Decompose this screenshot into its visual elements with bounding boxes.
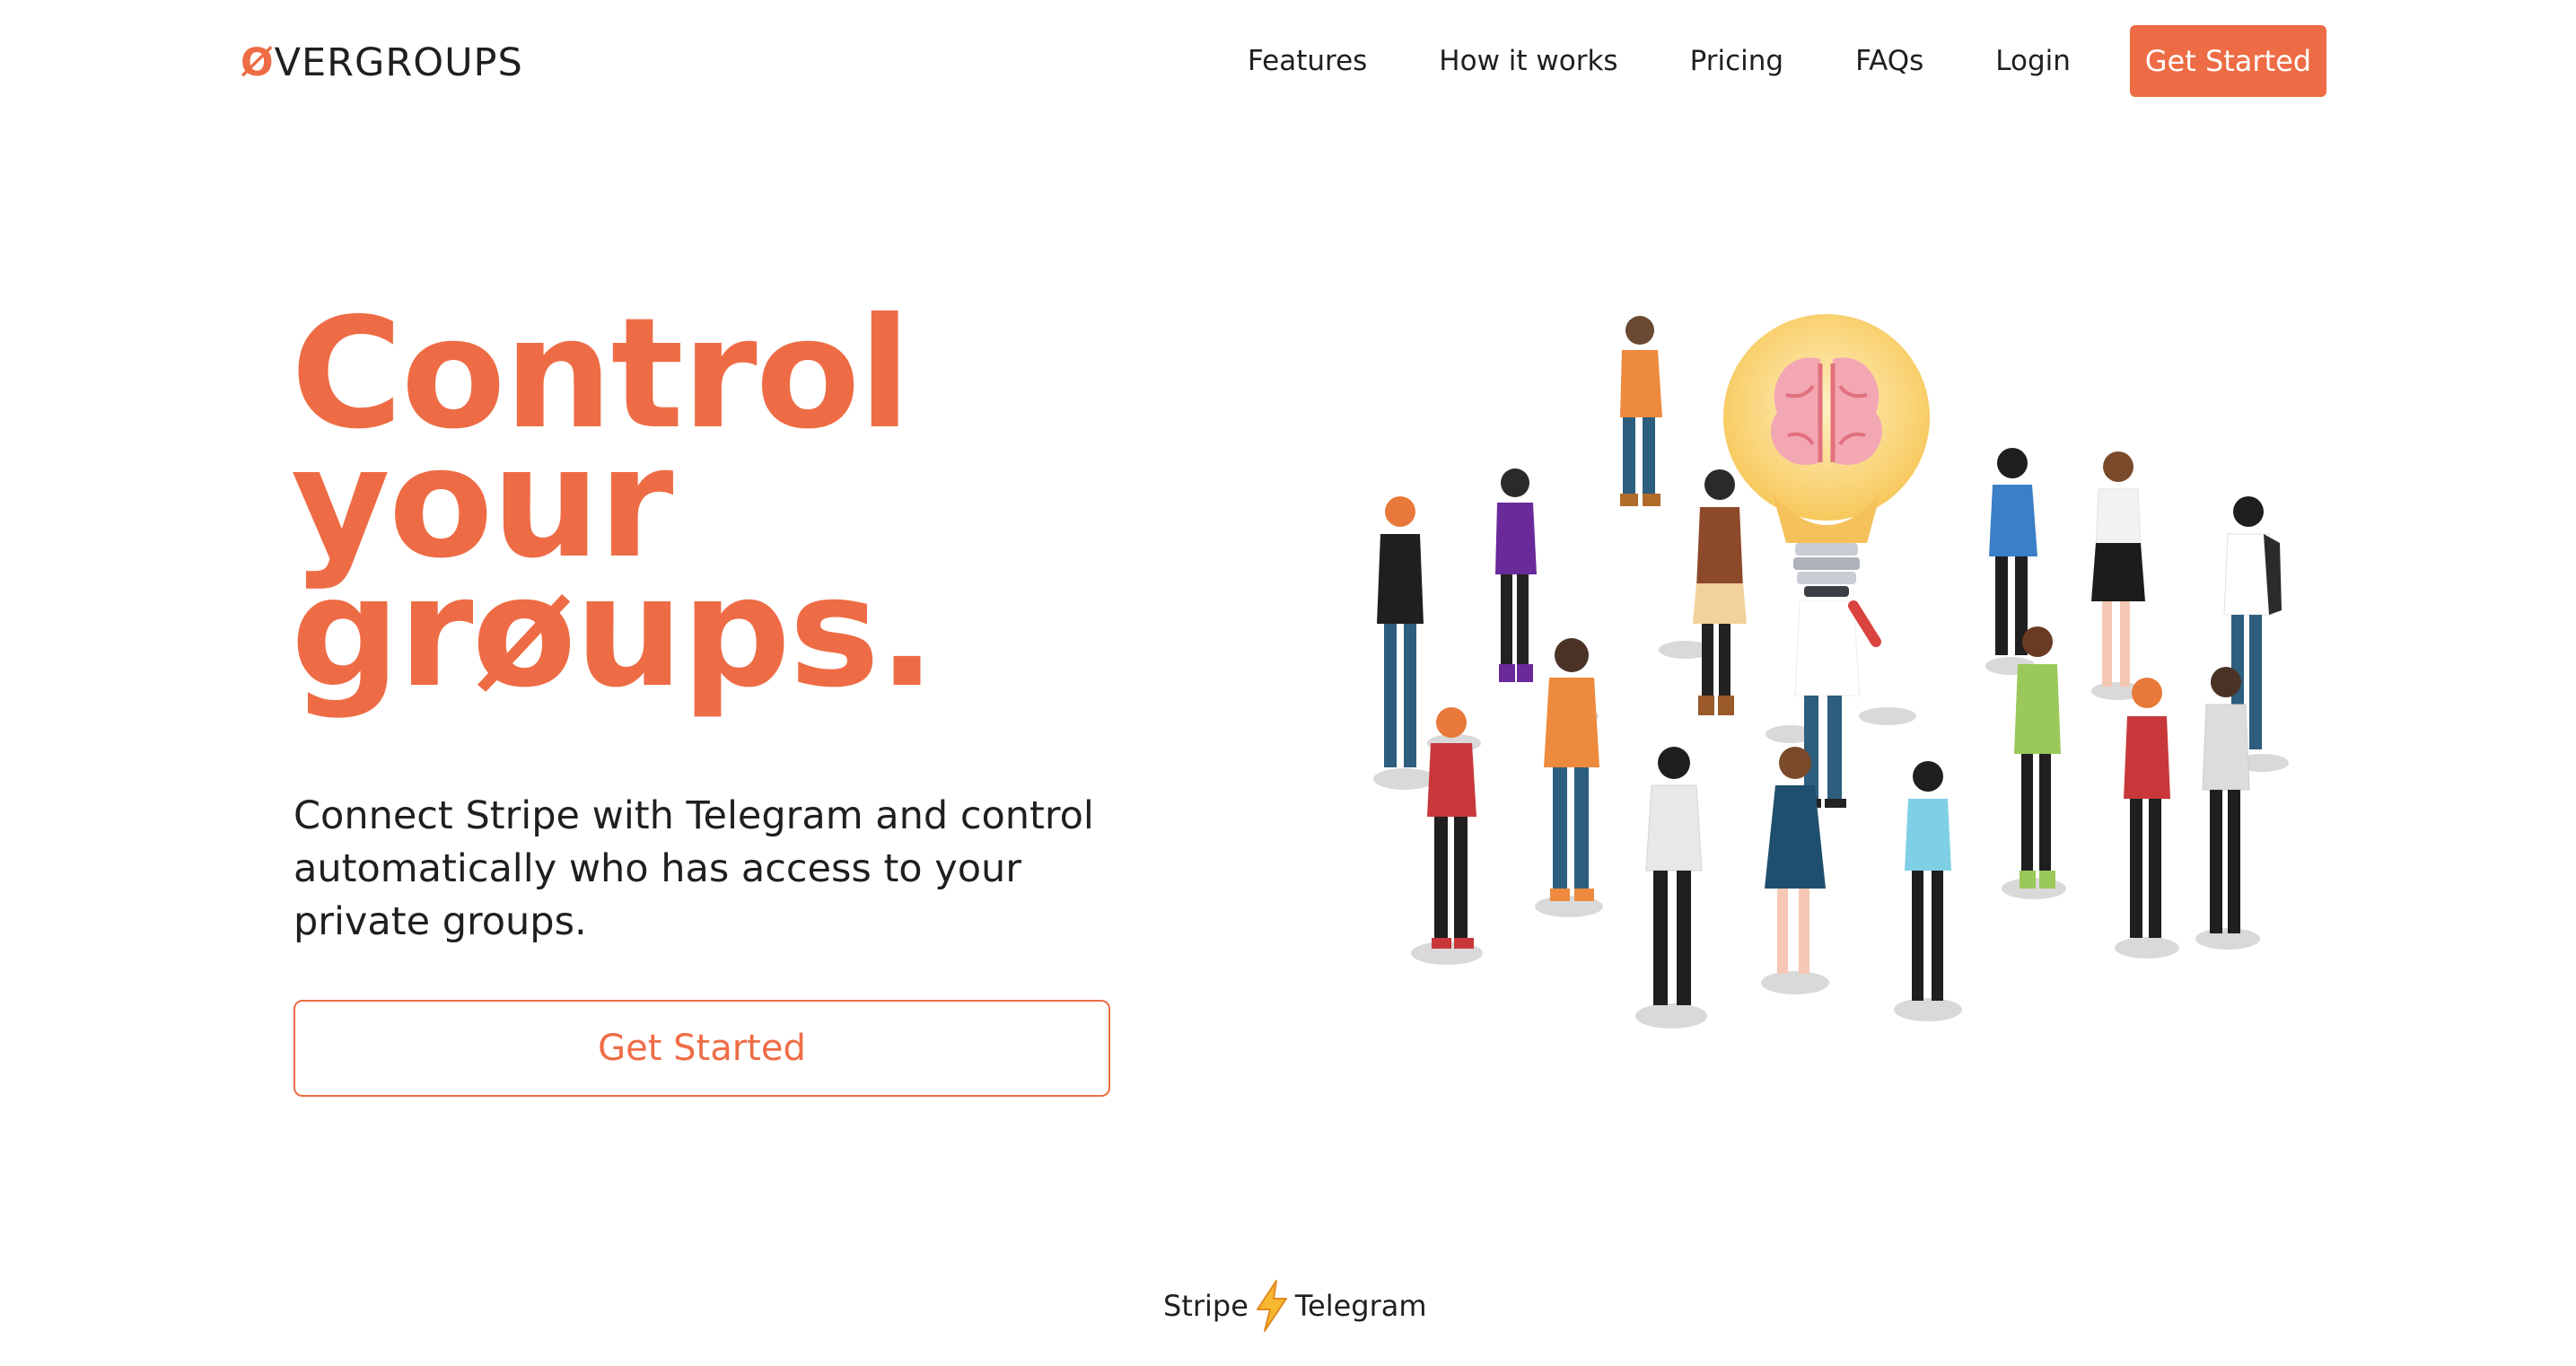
nav-link-features[interactable]: Features [1248,45,1367,77]
hero-get-started-button[interactable]: Get Started [294,1000,1110,1097]
nav-link-faqs[interactable]: FAQs [1855,45,1923,77]
nav-link-login[interactable]: Login [1995,45,2071,77]
logo-text: VERGROUPS [274,40,523,85]
top-navigation: Features How it works Pricing FAQs Login… [1248,25,2326,97]
people-around-lightbulb-brain-illustration [1373,314,2289,1029]
logo-mark: Ø [241,40,275,85]
nav-link-pricing[interactable]: Pricing [1690,45,1784,77]
landing-page: Ø VERGROUPS Features How it works Pricin… [0,0,2576,1366]
lightbulb-icon [1723,314,1930,597]
nav-get-started-button[interactable]: Get Started [2129,25,2326,97]
lightning-bolt-icon [1256,1280,1287,1332]
nav-link-how-it-works[interactable]: How it works [1439,45,1617,77]
integration-stripe-label: Stripe [1163,1289,1249,1323]
integration-strip: Stripe Telegram [1163,1279,1427,1333]
integration-telegram-label: Telegram [1294,1289,1427,1323]
brand-logo[interactable]: Ø VERGROUPS [241,36,523,90]
headline-line-3: grøups. [291,544,936,722]
hero-headline: Control your grøups. [291,298,936,722]
hero-subtitle: Connect Stripe with Telegram and control… [294,793,1094,944]
